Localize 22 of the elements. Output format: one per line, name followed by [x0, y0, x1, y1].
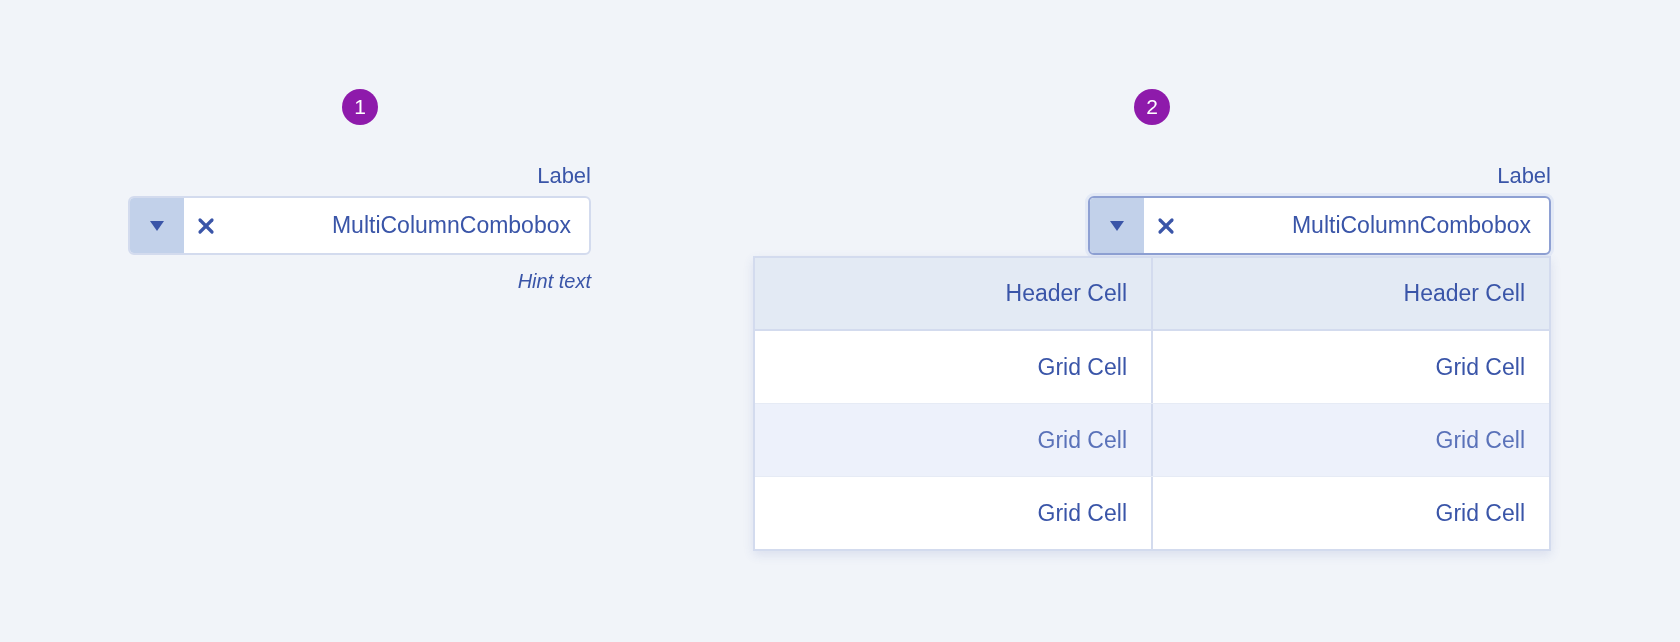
header-cell[interactable]: Header Cell [755, 258, 1151, 329]
grid-cell-text: Grid Cell [1036, 425, 1128, 455]
step-badge: 1 [342, 89, 378, 125]
field-label: Label [537, 162, 591, 190]
grid-row[interactable]: Grid Cell Grid Cell [755, 403, 1549, 476]
combobox[interactable]: MultiColumnCombobox [1088, 196, 1551, 255]
step-badge: 2 [1134, 89, 1170, 125]
combobox-value: MultiColumnCombobox [330, 211, 572, 241]
field-label: Label [1497, 162, 1551, 190]
caret-icon [150, 220, 164, 231]
dropdown-button[interactable] [1090, 198, 1144, 253]
combobox-value: MultiColumnCombobox [1290, 211, 1532, 241]
grid-cell: Grid Cell [1151, 477, 1549, 549]
grid-row[interactable]: Grid Cell Grid Cell [755, 331, 1549, 403]
hint-text: Hint text [517, 269, 591, 294]
grid-cell-text: Grid Cell [1036, 498, 1128, 528]
caret-icon [1110, 220, 1124, 231]
combobox[interactable]: MultiColumnCombobox [128, 196, 591, 255]
grid-row[interactable]: Grid Cell Grid Cell [755, 476, 1549, 549]
grid-cell-text: Grid Cell [1036, 352, 1128, 382]
dropdown-button[interactable] [130, 198, 184, 253]
header-cell[interactable]: Header Cell [1151, 258, 1549, 329]
